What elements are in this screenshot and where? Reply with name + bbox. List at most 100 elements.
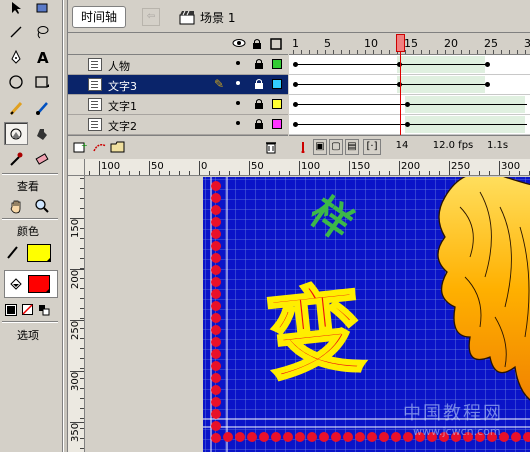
eye-icon[interactable]: [232, 38, 246, 51]
frame-row[interactable]: [289, 95, 530, 115]
frame-tick: [325, 50, 326, 54]
pasteboard[interactable]: 样 变 中国教程网 www.jcwcn.com: [85, 177, 530, 452]
lasso-tool-icon[interactable]: [30, 20, 54, 43]
ruler-minor-tick: [179, 171, 180, 175]
back-arrow-icon[interactable]: ⇦: [142, 8, 160, 26]
playhead[interactable]: [396, 34, 405, 135]
center-frame-icon[interactable]: [297, 141, 309, 156]
text-tool-icon[interactable]: A: [30, 45, 54, 68]
frame-tick: [317, 50, 318, 54]
transform-tool-icon[interactable]: [30, 0, 54, 19]
line-tool-icon[interactable]: [4, 20, 28, 43]
layer-lock-icon[interactable]: [254, 98, 264, 110]
keyframe[interactable]: [405, 122, 410, 127]
timeline-toggle-button[interactable]: 时间轴: [72, 6, 126, 28]
onion-markers-icon[interactable]: [·]: [363, 139, 381, 155]
visibility-dot[interactable]: [236, 121, 240, 125]
ruler-minor-tick: [80, 268, 84, 269]
frame-row[interactable]: [289, 115, 530, 135]
frame-number: 25: [484, 37, 498, 50]
keyframe[interactable]: [485, 82, 490, 87]
black-white-icon[interactable]: [5, 304, 17, 316]
pencil-tool-icon[interactable]: [4, 96, 28, 119]
no-color-icon[interactable]: [22, 304, 33, 315]
eyedropper-tool-icon[interactable]: [4, 147, 28, 170]
border-dot: [211, 349, 221, 359]
swap-colors-icon[interactable]: [38, 304, 50, 319]
brush-tool-icon[interactable]: [30, 96, 54, 119]
keyframe[interactable]: [293, 102, 298, 107]
layer-name[interactable]: 文字2: [108, 118, 137, 134]
outline-icon[interactable]: [270, 38, 282, 53]
vertical-ruler[interactable]: 150 200 250 300 350: [68, 176, 85, 452]
visibility-dot[interactable]: [236, 61, 240, 65]
layer-row[interactable]: 人物: [68, 55, 288, 75]
horizontal-ruler[interactable]: 100 50 0 50 100 150 200 250 300: [85, 159, 530, 176]
pen-tool-icon[interactable]: [4, 45, 28, 68]
frame-number: 20: [444, 37, 458, 50]
ruler-minor-tick: [469, 171, 470, 175]
subselect-tool-icon[interactable]: [4, 0, 28, 19]
keyframe[interactable]: [293, 62, 298, 67]
hand-tool-icon[interactable]: [4, 194, 28, 217]
insert-folder-icon[interactable]: [110, 140, 126, 157]
layer-row[interactable]: 文字1: [68, 95, 288, 115]
layer-icon: [88, 118, 102, 131]
eraser-tool-icon[interactable]: [30, 147, 54, 170]
layer-lock-icon[interactable]: [254, 78, 264, 90]
outline-color-swatch[interactable]: [272, 99, 282, 109]
outline-color-swatch[interactable]: [272, 119, 282, 129]
border-dot: [235, 432, 245, 442]
playhead-knob[interactable]: [396, 34, 405, 52]
frame-row[interactable]: [289, 75, 530, 95]
fill-color-box[interactable]: [4, 270, 58, 298]
edit-multiple-frames-icon[interactable]: ▤: [345, 139, 359, 155]
border-dot: [211, 241, 221, 251]
keyframe[interactable]: [405, 102, 410, 107]
border-dot: [211, 193, 221, 203]
zoom-tool-icon[interactable]: [30, 194, 54, 217]
flame-hair-shape[interactable]: [425, 177, 530, 427]
layer-name[interactable]: 人物: [108, 58, 130, 74]
fps-readout[interactable]: 12.0 fps: [423, 139, 483, 155]
visibility-dot[interactable]: [236, 101, 240, 105]
keyframe[interactable]: [293, 82, 298, 87]
frame-tick: [493, 50, 494, 54]
insert-layer-icon[interactable]: +: [72, 140, 88, 157]
layer-row[interactable]: 文字3 ✎: [68, 75, 288, 95]
frame-tick: [357, 50, 358, 54]
layer-lock-icon[interactable]: [254, 118, 264, 130]
fill-transform-tool-icon[interactable]: [4, 122, 28, 145]
oval-tool-icon[interactable]: [4, 70, 28, 93]
onion-outline-icon[interactable]: ▢: [329, 139, 343, 155]
big-red-character[interactable]: 变: [249, 267, 381, 399]
border-dot: [211, 373, 221, 383]
outline-color-swatch[interactable]: [272, 59, 282, 69]
trash-icon[interactable]: [264, 140, 278, 157]
layer-header: [68, 34, 288, 55]
frame-grid[interactable]: [289, 55, 530, 135]
stage[interactable]: 样 变 中国教程网 www.jcwcn.com: [203, 177, 530, 452]
border-dot: [319, 432, 329, 442]
scene-label[interactable]: 场景 1: [200, 9, 235, 26]
lock-icon[interactable]: [252, 38, 262, 53]
layer-row[interactable]: 文字2: [68, 115, 288, 135]
layer-lock-icon[interactable]: [254, 58, 264, 70]
ruler-minor-tick: [249, 171, 250, 175]
ink-bottle-tool-icon[interactable]: [30, 122, 54, 145]
add-guide-layer-icon[interactable]: [92, 140, 108, 157]
rectangle-tool-icon[interactable]: [30, 70, 54, 93]
visibility-dot[interactable]: [236, 81, 240, 85]
fill-color-swatch[interactable]: [28, 275, 50, 293]
frame-row[interactable]: [289, 55, 530, 75]
onion-skin-icon[interactable]: ▣: [313, 139, 327, 155]
layer-name[interactable]: 文字3: [108, 78, 137, 94]
ruler-minor-tick: [139, 171, 140, 175]
ruler-minor-tick: [80, 228, 84, 229]
keyframe[interactable]: [293, 122, 298, 127]
outline-color-swatch[interactable]: [272, 79, 282, 89]
keyframe[interactable]: [485, 62, 490, 67]
ruler-label: 150: [351, 161, 371, 172]
stroke-color-swatch[interactable]: [27, 244, 51, 262]
layer-name[interactable]: 文字1: [108, 98, 137, 114]
